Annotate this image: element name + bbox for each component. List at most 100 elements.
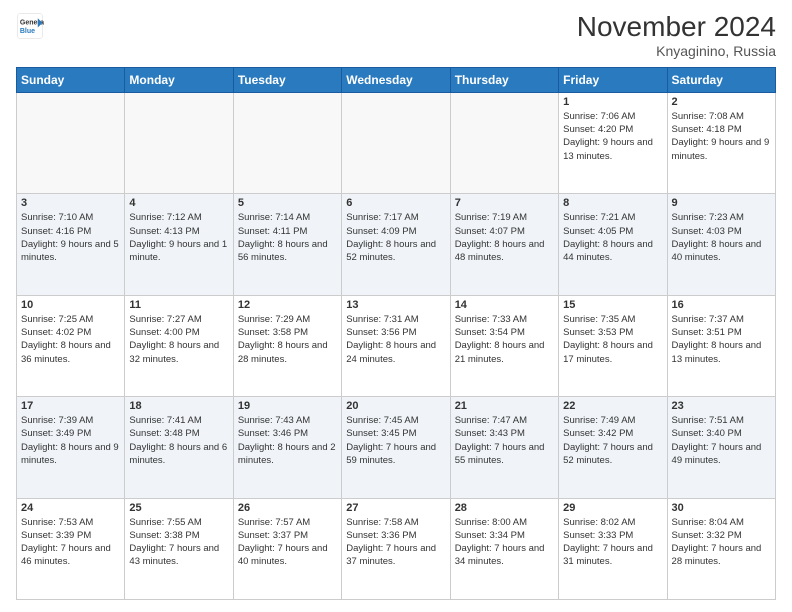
calendar-week-row: 17 Sunrise: 7:39 AM Sunset: 3:49 PM Dayli…	[17, 397, 776, 498]
day-number: 13	[346, 299, 445, 311]
calendar-cell: 13 Sunrise: 7:31 AM Sunset: 3:56 PM Dayli…	[342, 295, 450, 396]
day-number: 10	[21, 299, 120, 311]
calendar-cell: 26Sunrise: 7:57 AM Sunset: 3:37 PM Dayli…	[233, 498, 341, 599]
day-info: Sunrise: 7:39 AM Sunset: 3:49 PM Dayligh…	[21, 414, 120, 467]
calendar-cell: 20 Sunrise: 7:45 AM Sunset: 3:45 PM Dayli…	[342, 397, 450, 498]
calendar-week-row: 24 Sunrise: 7:53 AM Sunset: 3:39 PM Dayli…	[17, 498, 776, 599]
calendar-cell: 8 Sunrise: 7:21 AM Sunset: 4:05 PM Daylig…	[559, 194, 667, 295]
day-info: Sunrise: 7:33 AM Sunset: 3:54 PM Dayligh…	[455, 313, 554, 366]
day-number: 29	[563, 502, 662, 514]
day-info: Sunrise: 8:04 AM Sunset: 3:32 PM Dayligh…	[672, 516, 771, 569]
day-number: 1	[563, 96, 662, 108]
day-number: 28	[455, 502, 554, 514]
calendar-cell	[450, 92, 558, 193]
logo: General Blue	[16, 12, 44, 40]
col-wednesday: Wednesday	[342, 67, 450, 92]
day-number: 20	[346, 400, 445, 412]
day-info: Sunrise: 7:45 AM Sunset: 3:45 PM Dayligh…	[346, 414, 445, 467]
day-number: 24	[21, 502, 120, 514]
calendar-cell	[125, 92, 233, 193]
calendar-cell: 28 Sunrise: 8:00 AM Sunset: 3:34 PM Dayli…	[450, 498, 558, 599]
calendar-table: Sunday Monday Tuesday Wednesday Thursday…	[16, 67, 776, 600]
day-number: 18	[129, 400, 228, 412]
day-info: Sunrise: 7:35 AM Sunset: 3:53 PM Dayligh…	[563, 313, 662, 366]
day-number: 17	[21, 400, 120, 412]
calendar-cell: 4 Sunrise: 7:12 AM Sunset: 4:13 PM Daylig…	[125, 194, 233, 295]
day-info: Sunrise: 7:58 AM Sunset: 3:36 PM Dayligh…	[346, 516, 445, 569]
day-info: Sunrise: 7:08 AM Sunset: 4:18 PM Dayligh…	[672, 110, 771, 163]
title-block: November 2024 Knyaginino, Russia	[577, 12, 776, 59]
day-number: 22	[563, 400, 662, 412]
day-number: 7	[455, 197, 554, 209]
day-number: 6	[346, 197, 445, 209]
day-info: Sunrise: 7:17 AM Sunset: 4:09 PM Dayligh…	[346, 211, 445, 264]
col-monday: Monday	[125, 67, 233, 92]
calendar-cell: 14 Sunrise: 7:33 AM Sunset: 3:54 PM Dayli…	[450, 295, 558, 396]
day-number: 2	[672, 96, 771, 108]
day-info: Sunrise: 8:02 AM Sunset: 3:33 PM Dayligh…	[563, 516, 662, 569]
calendar-subtitle: Knyaginino, Russia	[577, 43, 776, 59]
calendar-cell: 17 Sunrise: 7:39 AM Sunset: 3:49 PM Dayli…	[17, 397, 125, 498]
calendar-cell: 29 Sunrise: 8:02 AM Sunset: 3:33 PM Dayli…	[559, 498, 667, 599]
day-number: 12	[238, 299, 337, 311]
svg-text:Blue: Blue	[20, 28, 35, 35]
day-info: Sunrise: 7:51 AM Sunset: 3:40 PM Dayligh…	[672, 414, 771, 467]
calendar-cell: 23 Sunrise: 7:51 AM Sunset: 3:40 PM Dayli…	[667, 397, 775, 498]
calendar-cell: 3 Sunrise: 7:10 AM Sunset: 4:16 PM Daylig…	[17, 194, 125, 295]
day-number: 4	[129, 197, 228, 209]
day-info: Sunrise: 7:29 AM Sunset: 3:58 PM Dayligh…	[238, 313, 337, 366]
day-number: 30	[672, 502, 771, 514]
day-info: Sunrise: 7:49 AM Sunset: 3:42 PM Dayligh…	[563, 414, 662, 467]
calendar-week-row: 1 Sunrise: 7:06 AM Sunset: 4:20 PM Daylig…	[17, 92, 776, 193]
day-number: 5	[238, 197, 337, 209]
day-info: Sunrise: 7:47 AM Sunset: 3:43 PM Dayligh…	[455, 414, 554, 467]
calendar-cell: 9 Sunrise: 7:23 AM Sunset: 4:03 PM Daylig…	[667, 194, 775, 295]
day-info: Sunrise: 7:53 AM Sunset: 3:39 PM Dayligh…	[21, 516, 120, 569]
calendar-cell: 5 Sunrise: 7:14 AM Sunset: 4:11 PM Daylig…	[233, 194, 341, 295]
day-number: 19	[238, 400, 337, 412]
calendar-cell: 7Sunrise: 7:19 AM Sunset: 4:07 PM Daylig…	[450, 194, 558, 295]
day-info: Sunrise: 7:06 AM Sunset: 4:20 PM Dayligh…	[563, 110, 662, 163]
col-friday: Friday	[559, 67, 667, 92]
calendar-cell: 6 Sunrise: 7:17 AM Sunset: 4:09 PM Daylig…	[342, 194, 450, 295]
calendar-title: November 2024	[577, 12, 776, 43]
day-number: 25	[129, 502, 228, 514]
calendar-cell	[17, 92, 125, 193]
day-info: Sunrise: 7:12 AM Sunset: 4:13 PM Dayligh…	[129, 211, 228, 264]
calendar-cell: 15Sunrise: 7:35 AM Sunset: 3:53 PM Dayli…	[559, 295, 667, 396]
calendar-cell: 21Sunrise: 7:47 AM Sunset: 3:43 PM Dayli…	[450, 397, 558, 498]
day-info: Sunrise: 7:21 AM Sunset: 4:05 PM Dayligh…	[563, 211, 662, 264]
day-number: 23	[672, 400, 771, 412]
day-number: 26	[238, 502, 337, 514]
page: General Blue November 2024 Knyaginino, R…	[0, 0, 792, 612]
day-info: Sunrise: 7:25 AM Sunset: 4:02 PM Dayligh…	[21, 313, 120, 366]
day-number: 8	[563, 197, 662, 209]
col-sunday: Sunday	[17, 67, 125, 92]
day-info: Sunrise: 7:41 AM Sunset: 3:48 PM Dayligh…	[129, 414, 228, 467]
calendar-week-row: 10 Sunrise: 7:25 AM Sunset: 4:02 PM Dayli…	[17, 295, 776, 396]
calendar-cell: 22 Sunrise: 7:49 AM Sunset: 3:42 PM Dayli…	[559, 397, 667, 498]
day-number: 9	[672, 197, 771, 209]
calendar-cell: 18 Sunrise: 7:41 AM Sunset: 3:48 PM Dayli…	[125, 397, 233, 498]
day-info: Sunrise: 7:23 AM Sunset: 4:03 PM Dayligh…	[672, 211, 771, 264]
calendar-cell	[233, 92, 341, 193]
day-number: 16	[672, 299, 771, 311]
day-info: Sunrise: 7:37 AM Sunset: 3:51 PM Dayligh…	[672, 313, 771, 366]
calendar-header-row: Sunday Monday Tuesday Wednesday Thursday…	[17, 67, 776, 92]
day-number: 14	[455, 299, 554, 311]
calendar-cell: 2 Sunrise: 7:08 AM Sunset: 4:18 PM Daylig…	[667, 92, 775, 193]
calendar-cell: 11Sunrise: 7:27 AM Sunset: 4:00 PM Dayli…	[125, 295, 233, 396]
day-info: Sunrise: 7:10 AM Sunset: 4:16 PM Dayligh…	[21, 211, 120, 264]
calendar-week-row: 3 Sunrise: 7:10 AM Sunset: 4:16 PM Daylig…	[17, 194, 776, 295]
col-tuesday: Tuesday	[233, 67, 341, 92]
logo-icon: General Blue	[16, 12, 44, 40]
day-info: Sunrise: 8:00 AM Sunset: 3:34 PM Dayligh…	[455, 516, 554, 569]
col-saturday: Saturday	[667, 67, 775, 92]
day-info: Sunrise: 7:14 AM Sunset: 4:11 PM Dayligh…	[238, 211, 337, 264]
calendar-cell: 1 Sunrise: 7:06 AM Sunset: 4:20 PM Daylig…	[559, 92, 667, 193]
calendar-cell: 30 Sunrise: 8:04 AM Sunset: 3:32 PM Dayli…	[667, 498, 775, 599]
calendar-cell: 10 Sunrise: 7:25 AM Sunset: 4:02 PM Dayli…	[17, 295, 125, 396]
day-number: 3	[21, 197, 120, 209]
day-info: Sunrise: 7:31 AM Sunset: 3:56 PM Dayligh…	[346, 313, 445, 366]
calendar-cell: 27Sunrise: 7:58 AM Sunset: 3:36 PM Dayli…	[342, 498, 450, 599]
